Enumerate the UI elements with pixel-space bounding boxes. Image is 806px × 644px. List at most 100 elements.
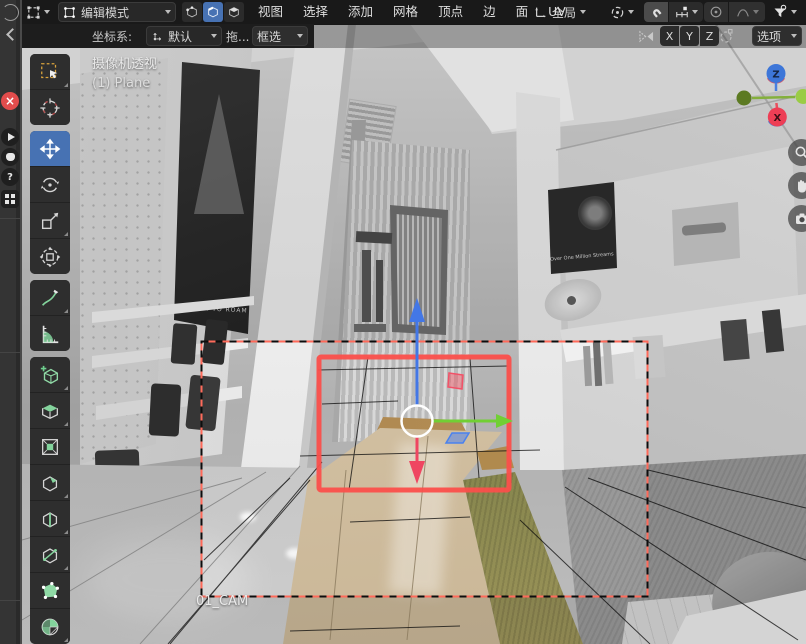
magnet-icon [649, 5, 663, 19]
proportional-editing-icon [709, 5, 723, 19]
hand-circle-icon[interactable] [1, 148, 19, 166]
header-menubar: 视图 选择 添加 网格 顶点 边 面 UV [248, 0, 576, 24]
tool-extrude-region[interactable] [30, 393, 70, 428]
active-object-label: (1) Plane [92, 76, 150, 91]
play-circle-icon[interactable] [1, 128, 19, 146]
tool-knife[interactable] [30, 537, 70, 572]
mode-dropdown-label: 编辑模式 [81, 4, 129, 21]
menu-vertex[interactable]: 顶点 [428, 0, 473, 24]
chevron-down-icon [791, 34, 797, 38]
passepartout-right [648, 341, 806, 597]
tool-select-box[interactable] [30, 54, 70, 89]
menu-view[interactable]: 视图 [248, 0, 293, 24]
tool-inset-faces[interactable] [30, 429, 70, 464]
mirror-icon-button[interactable] [638, 26, 655, 46]
chevron-down-icon [753, 10, 759, 14]
mirror-axis-group: X Y Z [660, 26, 719, 46]
orientation-label: 坐标系: [92, 26, 132, 46]
chevron-down-icon [297, 34, 303, 38]
mirror-z-button[interactable]: Z [700, 26, 719, 46]
dock-divider-2 [0, 352, 20, 353]
photo-marble-sheen [389, 442, 451, 595]
view-perspective-label: 摄像机透视 [92, 53, 157, 72]
camera-name-label: 01_CAM [196, 594, 248, 609]
falloff-curve-icon [736, 5, 750, 19]
tool-poly-build[interactable] [30, 573, 70, 608]
tool-rotate[interactable] [30, 167, 70, 202]
drag-mode-dropdown[interactable]: 框选 [252, 26, 308, 46]
proportional-toggle-button[interactable] [704, 2, 728, 22]
close-badge-icon[interactable]: × [1, 92, 19, 110]
chevron-down-icon [165, 10, 171, 14]
falloff-dropdown[interactable] [729, 2, 765, 22]
sync-circle-icon[interactable] [2, 4, 19, 21]
pivot-dropdown[interactable] [610, 2, 634, 22]
tool-settings-bar: 坐标系: 默认 拖... 框选 X Y [0, 24, 806, 48]
snap-increment-icon [675, 5, 689, 19]
tool-add-cube[interactable] [30, 357, 70, 392]
filter-dropdown[interactable] [772, 2, 797, 22]
help-circle-icon[interactable]: ? [1, 168, 19, 186]
show-gizmo-filter-icon [772, 4, 788, 20]
chevron-down-icon [628, 10, 634, 14]
tool-cursor[interactable] [30, 90, 70, 125]
face-select-button[interactable] [224, 2, 244, 22]
menu-select[interactable]: 选择 [293, 0, 338, 24]
snap-toggle-button[interactable] [644, 2, 668, 22]
vertex-select-button[interactable] [182, 2, 202, 22]
tool-expand-corner [64, 638, 68, 642]
tool-scale[interactable] [30, 203, 70, 238]
tool-expand-corner [64, 494, 68, 498]
edit-mode-icon [63, 6, 76, 19]
menu-uv[interactable]: UV [538, 0, 576, 24]
menu-add[interactable]: 添加 [338, 0, 383, 24]
edge-select-button[interactable] [203, 2, 223, 22]
tool-orientation-value: 默认 [168, 28, 192, 45]
drag-label: 拖... [226, 26, 249, 46]
snap-base-button[interactable] [718, 26, 734, 46]
menu-mesh[interactable]: 网格 [383, 0, 428, 24]
blender-window: BORN TO ROAM Over One Million Streams [0, 0, 806, 644]
chevron-down-icon [791, 10, 797, 14]
tool-expand-corner [64, 83, 68, 87]
toolbar [30, 54, 70, 644]
tool-bevel[interactable] [30, 465, 70, 500]
cursor-transform-icon [151, 30, 164, 43]
tool-move[interactable] [30, 131, 70, 166]
dock-divider-1 [0, 218, 20, 219]
hand-icon [794, 178, 806, 194]
mode-dropdown[interactable]: 编辑模式 [58, 2, 176, 22]
tool-annotate[interactable] [30, 280, 70, 315]
select-mode-group [182, 2, 244, 22]
options-label: 选项 [757, 28, 781, 45]
menu-face[interactable]: 面 [506, 0, 539, 24]
dashed-circle-icon [718, 28, 734, 44]
tool-spin[interactable] [30, 609, 70, 644]
mirror-x-button[interactable]: X [660, 26, 679, 46]
tool-expand-corner [64, 530, 68, 534]
left-dock-strip: × ? [0, 0, 22, 644]
drag-mode-value: 框选 [257, 28, 281, 45]
edit-mode-icon [26, 5, 41, 20]
tool-expand-corner [64, 386, 68, 390]
menu-edge[interactable]: 边 [473, 0, 506, 24]
mirror-y-button[interactable]: Y [680, 26, 699, 46]
mode-icon-selector[interactable] [26, 2, 50, 22]
options-popover[interactable]: 选项 [752, 26, 802, 46]
grid-circle-icon[interactable] [1, 190, 19, 208]
tool-measure[interactable] [30, 316, 70, 351]
dock-chevron-icon[interactable] [6, 28, 19, 41]
tool-orientation-dropdown[interactable]: 默认 [146, 26, 222, 46]
tool-expand-corner [64, 309, 68, 313]
tool-transform[interactable] [30, 239, 70, 274]
tool-loop-cut[interactable] [30, 501, 70, 536]
tool-expand-corner [64, 232, 68, 236]
mirror-icon [638, 29, 655, 44]
chevron-down-icon [692, 10, 698, 14]
dock-divider-3 [0, 600, 20, 601]
chevron-down-icon [580, 10, 586, 14]
snap-group [644, 2, 703, 22]
snap-settings-dropdown[interactable] [669, 2, 703, 22]
passepartout-bottom [22, 597, 806, 644]
camera-icon [794, 211, 806, 227]
